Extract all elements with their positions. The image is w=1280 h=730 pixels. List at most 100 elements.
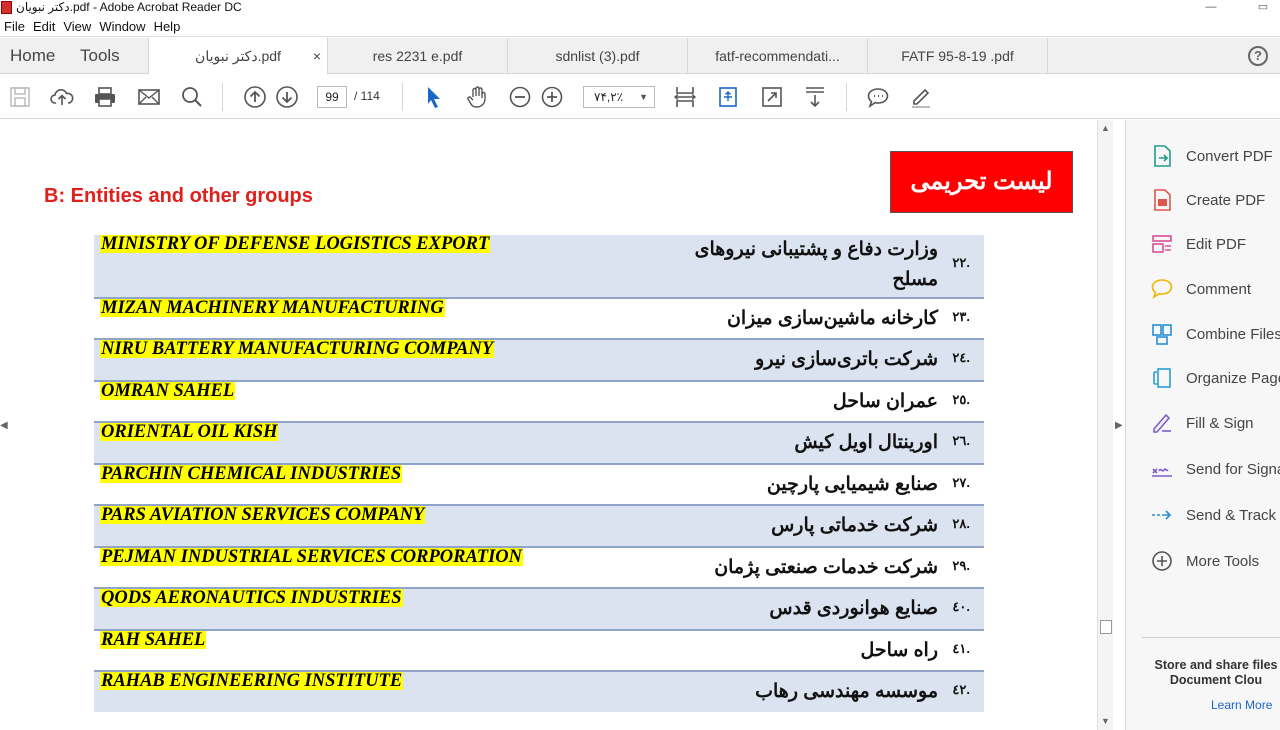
maximize-button[interactable]: ▭ — [1248, 0, 1278, 14]
zoom-value: ۷۴,۲٪ — [594, 90, 624, 104]
vertical-scrollbar[interactable]: ▲ ▼ — [1097, 120, 1113, 730]
tab-document[interactable]: sdnlist (3).pdf — [508, 38, 688, 74]
email-icon[interactable] — [137, 85, 161, 109]
print-icon[interactable] — [93, 85, 117, 109]
entity-name-en: MIZAN MACHINERY MANUFACTURING — [100, 298, 445, 318]
zoom-in-icon[interactable] — [540, 85, 564, 109]
tool-label: Comment — [1186, 281, 1252, 298]
entity-name-fa: موسسه مهندسی رهاب — [755, 681, 938, 702]
entity-name-fa: وزارت دفاع و پشتیبانی نیروهای مسلح — [694, 239, 938, 290]
tool-comment[interactable]: Comment — [1150, 277, 1280, 303]
tool-more-tools[interactable]: More Tools — [1150, 549, 1280, 575]
save-icon[interactable] — [8, 85, 32, 109]
fit-width-icon[interactable] — [673, 85, 697, 109]
search-icon[interactable] — [180, 85, 204, 109]
scroll-down-icon[interactable]: ▼ — [1101, 716, 1110, 726]
row-number: .۲٤ — [952, 350, 970, 365]
tab-bar: Home Tools دکتر نبویان.pdf × res 2231 e.… — [0, 38, 1280, 74]
minimize-button[interactable]: — — [1196, 0, 1226, 14]
tool-convert-pdf[interactable]: Convert PDF — [1150, 144, 1280, 170]
tab-tools[interactable]: Tools — [80, 46, 120, 66]
entity-name-en: QODS AERONAUTICS INDUSTRIES — [100, 588, 403, 608]
table-row: OMRAN SAHEL عمران ساحل .۲٥ — [94, 382, 984, 423]
close-tab-icon[interactable]: × — [313, 38, 321, 74]
entity-name-en: OMRAN SAHEL — [100, 381, 236, 401]
row-number: .۲۸ — [952, 516, 970, 531]
tool-label: Edit PDF — [1186, 236, 1247, 253]
rotate-view-icon[interactable] — [716, 85, 740, 109]
menu-edit[interactable]: Edit — [29, 17, 59, 34]
table-row: NIRU BATTERY MANUFACTURING COMPANY شرکت … — [94, 340, 984, 382]
comment-icon[interactable] — [866, 85, 890, 109]
tools-pane: Convert PDF Create PDF Edit PDF Comment … — [1125, 120, 1280, 730]
tab-label: fatf-recommendati... — [715, 48, 840, 64]
table-row: PARS AVIATION SERVICES COMPANY شرکت خدما… — [94, 506, 984, 548]
menu-help[interactable]: Help — [150, 17, 185, 34]
tool-edit-pdf[interactable]: Edit PDF — [1150, 232, 1280, 258]
scroll-mode-icon[interactable] — [803, 85, 827, 109]
row-number: .٤۲ — [952, 682, 970, 697]
zoom-level-select[interactable]: ۷۴,۲٪ ▼ — [583, 86, 655, 108]
hand-tool-icon[interactable] — [465, 85, 489, 109]
table-row: RAHAB ENGINEERING INSTITUTE موسسه مهندسی… — [94, 672, 984, 712]
tab-label: دکتر نبویان.pdf — [195, 48, 281, 64]
combine-files-icon — [1152, 324, 1172, 345]
entity-name-en: PARCHIN CHEMICAL INDUSTRIES — [100, 464, 403, 484]
row-number: .۲٥ — [952, 392, 970, 407]
page-number-input[interactable]: 99 — [317, 86, 347, 108]
chevron-down-icon: ▼ — [639, 92, 648, 102]
left-panel-toggle-icon[interactable]: ◀ — [0, 420, 8, 431]
row-number: .۲۷ — [952, 475, 970, 490]
tool-label: Send & Track — [1186, 507, 1277, 524]
tab-label: FATF 95-8-19 .pdf — [901, 48, 1014, 64]
table-row: PARCHIN CHEMICAL INDUSTRIES صنایع شیمیای… — [94, 465, 984, 506]
tool-create-pdf[interactable]: Create PDF — [1150, 188, 1280, 214]
cloud-upload-icon[interactable] — [50, 85, 74, 109]
row-number: .۲٦ — [952, 433, 970, 448]
entity-name-fa: کارخانه ماشین‌سازی میزان — [726, 308, 938, 329]
previous-page-icon[interactable] — [243, 85, 267, 109]
tool-send-for-signature[interactable]: Send for Signature — [1150, 457, 1280, 483]
toolbar-divider — [402, 83, 403, 111]
tool-combine-files[interactable]: Combine Files — [1150, 322, 1280, 348]
tab-document[interactable]: FATF 95-8-19 .pdf — [868, 38, 1048, 74]
menu-window[interactable]: Window — [95, 17, 149, 34]
page-total: / 114 — [354, 89, 380, 103]
row-number: .٤۱ — [952, 641, 970, 656]
scroll-up-icon[interactable]: ▲ — [1101, 123, 1110, 133]
table-row: QODS AERONAUTICS INDUSTRIES صنایع هوانور… — [94, 589, 984, 631]
tab-document-active[interactable]: دکتر نبویان.pdf × — [148, 38, 328, 74]
entity-name-fa: صنایع هوانوردی قدس — [769, 598, 938, 619]
window-title: دکتر نبویان.pdf - Adobe Acrobat Reader D… — [16, 0, 242, 14]
tool-organize-pages[interactable]: Organize Pages — [1150, 366, 1280, 392]
tool-send-track[interactable]: Send & Track — [1150, 503, 1280, 529]
tab-document[interactable]: res 2231 e.pdf — [328, 38, 508, 74]
right-panel-toggle-icon[interactable]: ▶ — [1115, 420, 1123, 431]
toolbar: 99 / 114 ۷۴,۲٪ ▼ — [0, 75, 1280, 119]
tab-home[interactable]: Home — [10, 46, 55, 66]
table-row: RAH SAHEL راه ساحل .٤۱ — [94, 631, 984, 672]
tab-document[interactable]: fatf-recommendati... — [688, 38, 868, 74]
learn-more-link[interactable]: Learn More — [1211, 698, 1272, 712]
promo-line-2: Document Clou — [1169, 673, 1263, 687]
highlight-pen-icon[interactable] — [909, 85, 933, 109]
tool-fill-sign[interactable]: Fill & Sign — [1150, 411, 1280, 437]
scrollbar-thumb[interactable] — [1100, 620, 1112, 634]
row-number: .۲۹ — [952, 558, 970, 573]
zoom-out-icon[interactable] — [508, 85, 532, 109]
menu-file[interactable]: File — [0, 17, 29, 34]
entity-name-en: PEJMAN INDUSTRIAL SERVICES CORPORATION — [100, 547, 523, 567]
section-title: B: Entities and other groups — [44, 185, 313, 207]
menu-view[interactable]: View — [59, 17, 95, 34]
next-page-icon[interactable] — [275, 85, 299, 109]
help-icon[interactable]: ? — [1248, 46, 1268, 66]
tool-label: More Tools — [1186, 553, 1260, 570]
row-number: .۲۳ — [952, 309, 970, 324]
select-cursor-icon[interactable] — [422, 85, 446, 109]
convert-pdf-icon — [1154, 145, 1171, 167]
acrobat-app-icon — [1, 1, 12, 14]
entity-name-fa: شرکت خدماتی پارس — [771, 515, 938, 536]
full-screen-icon[interactable] — [760, 85, 784, 109]
entity-name-fa: راه ساحل — [860, 640, 938, 661]
entity-name-fa: شرکت باتری‌سازی نیرو — [755, 349, 938, 370]
